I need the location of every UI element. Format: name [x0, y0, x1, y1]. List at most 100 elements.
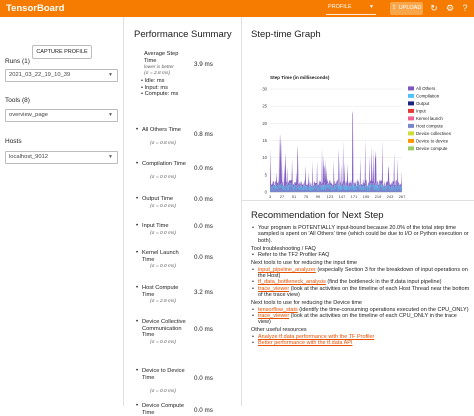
metric-value: 0.0 ms	[194, 165, 213, 172]
recommendation-body: Your program is POTENTIALLY input-bound …	[251, 225, 471, 347]
tools-select[interactable]: overview_page ▼	[5, 109, 118, 122]
plugin-select-value: PROFILE	[328, 4, 352, 10]
x-tick-label: 195	[363, 194, 370, 199]
settings-icon[interactable]: ⚙	[444, 2, 456, 14]
y-tick-label: 10	[262, 155, 267, 160]
input-tools-list: input_pipeline_analyzer (especially Sect…	[251, 267, 471, 298]
recommendation-card: Recommendation for Next Step Your progra…	[242, 202, 474, 406]
metric-sigma: (σ = 0.0 ms)	[150, 264, 176, 270]
resource-link[interactable]: Analyze tf.data performance with the TF …	[258, 334, 374, 340]
metric-sigma: (σ = 0.0 ms)	[150, 203, 176, 209]
step-time-graph-card: Step-time Graph Step Time (in millisecon…	[242, 17, 474, 201]
metric-value: 0.0 ms	[194, 326, 213, 333]
x-tick-label: 51	[292, 194, 297, 199]
legend-swatch	[408, 101, 414, 106]
tool-list-item: trace_viewer (look at the activities on …	[251, 286, 471, 299]
runs-label: Runs (1)	[5, 58, 30, 65]
legend-swatch	[408, 131, 414, 136]
tool-link[interactable]: tf_data_bottleneck_analysis	[258, 279, 326, 285]
idle-line: • Idle: ms	[141, 78, 165, 84]
recommendation-summary: Your program is POTENTIALLY input-bound …	[251, 225, 471, 244]
series-all-others	[270, 110, 402, 188]
x-tick-label: 99	[316, 194, 321, 199]
metric-name: Compilation Time	[142, 161, 186, 167]
legend-swatch	[408, 116, 414, 121]
legend-label: Host compute	[416, 124, 444, 129]
avg-step-name: Average Step Time	[144, 51, 179, 64]
hosts-select[interactable]: localhost_9012 ▼	[5, 151, 118, 164]
metric-sigma: (σ = 0.0 ms)	[150, 388, 176, 394]
compute-line: • Compute: ms	[141, 91, 179, 98]
legend-swatch	[408, 86, 414, 91]
tools-label: Tools (8)	[5, 97, 30, 104]
x-tick-label: 147	[339, 194, 346, 199]
step-time-chart: Step Time (in milliseconds) 0 5 10 15 20 25 30 3…	[262, 75, 452, 199]
legend-swatch	[408, 123, 414, 128]
x-tick-label: 27	[280, 194, 285, 199]
runs-select[interactable]: 2021_03_22_19_10_39 ▼	[5, 69, 118, 82]
hosts-value: localhost_9012	[9, 154, 48, 160]
metric-name: Output Time	[142, 196, 173, 202]
legend-label: All Others	[416, 86, 436, 91]
tool-link[interactable]: trace_viewer	[258, 286, 289, 292]
performance-summary-card: Performance Summary Average Step Time lo…	[124, 17, 242, 416]
refresh-icon[interactable]: ↻	[428, 2, 440, 14]
metric-sigma: (σ = 0.8 ms)	[150, 141, 176, 147]
chevron-down-icon: ▼	[369, 4, 374, 10]
legend-label: Compilation	[416, 94, 440, 99]
input-line: • Input: ms	[141, 84, 168, 91]
metric-value: 3.2 ms	[194, 289, 213, 296]
x-tick-label: 123	[327, 194, 334, 199]
metric-name: Device to Device Time	[142, 368, 185, 381]
metric-name: All Others Time	[142, 127, 181, 133]
resource-link[interactable]: Better performance with the tf.data API	[258, 340, 352, 346]
faq-item: Refer to the TF2 Profiler FAQ	[251, 252, 471, 259]
metric-sigma: (σ = 0.0 ms)	[150, 339, 176, 345]
metric-name: Kernel Launch Time	[142, 250, 179, 263]
legend-label: Output	[416, 101, 430, 106]
legend-label: Device to device	[416, 139, 449, 144]
legend-swatch	[408, 93, 414, 98]
hosts-label: Hosts	[5, 138, 22, 145]
tool-link[interactable]: trace_viewer	[258, 313, 289, 319]
performance-summary-title: Performance Summary	[134, 29, 232, 40]
x-tick-label: 219	[375, 194, 382, 199]
capture-profile-button[interactable]: CAPTURE PROFILE	[32, 45, 92, 59]
metric-value: 0.0 ms	[194, 254, 213, 261]
avg-step-value: 3.9 ms	[194, 61, 213, 68]
avg-step-sub1: lower is better	[144, 65, 174, 70]
tool-description: (identify the time-consuming operations …	[297, 306, 469, 313]
legend-label: Device collectives	[416, 131, 452, 136]
tool-link[interactable]: input_pipeline_analyzer	[258, 267, 316, 273]
legend-swatch	[408, 108, 414, 113]
chart-title: Step Time (in milliseconds)	[270, 75, 330, 80]
metric-value: 0.0 ms	[194, 375, 213, 382]
legend-swatch	[408, 146, 414, 151]
metric-value: 0.0 ms	[194, 196, 213, 203]
x-tick-label: 243	[387, 194, 394, 199]
tools-value: overview_page	[9, 112, 48, 118]
x-tick-label: 75	[304, 194, 309, 199]
legend-swatch	[408, 138, 414, 143]
chevron-down-icon: ▼	[108, 72, 113, 78]
tool-description: (look at the activities on the timeline …	[258, 285, 470, 298]
x-tick-label: 267	[399, 194, 406, 199]
plugin-select[interactable]: PROFILE ▼	[326, 2, 376, 15]
y-tick-label: 5	[265, 172, 268, 177]
legend-label: Kernel launch	[416, 116, 443, 121]
avg-step-breakdown: • Idle: ms • Input: ms • Compute: ms	[141, 78, 178, 98]
upload-label: UPLOAD	[398, 5, 422, 11]
help-icon[interactable]: ?	[459, 2, 471, 14]
step-time-graph-title: Step-time Graph	[251, 29, 321, 40]
tool-link[interactable]: tensorflow_stats	[258, 307, 298, 313]
metric-value: 0.0 ms	[194, 223, 213, 230]
upload-button[interactable]: ⇪ UPLOAD	[390, 2, 423, 15]
y-tick-label: 25	[262, 104, 267, 109]
x-tick-label: 171	[351, 194, 358, 199]
metric-sigma: (σ = 0.0 ms)	[150, 175, 176, 181]
top-bar: TensorBoard PROFILE ▼ ⇪ UPLOAD ↻ ⚙ ?	[0, 0, 474, 17]
tool-list-item: input_pipeline_analyzer (especially Sect…	[251, 267, 471, 280]
y-tick-label: 15	[262, 138, 267, 143]
recommendation-title: Recommendation for Next Step	[251, 210, 384, 221]
metric-name: Host Compute Time	[142, 285, 179, 298]
